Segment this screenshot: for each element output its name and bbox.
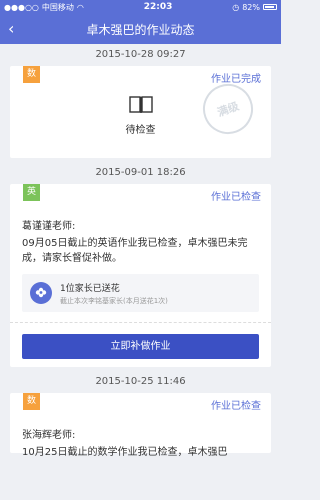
alarm-icon: ◷ xyxy=(232,2,240,12)
homework-status: 作业已检查 xyxy=(211,192,261,203)
feed[interactable]: 2015-10-28 09:27 数 作业已完成 满级 待检查 2015-09-… xyxy=(0,44,281,500)
homework-status: 作业已完成 xyxy=(211,74,261,85)
status-time: 22:03 xyxy=(143,2,173,12)
page-title: 卓木强巴的作业动态 xyxy=(86,22,195,37)
wifi-icon: ◠ xyxy=(76,2,84,12)
pending-check: 待检查 xyxy=(10,96,271,136)
subject-badge: 数 xyxy=(23,393,40,410)
flower-summary[interactable]: 1位家长已送花 截止本次李铭基家长(本月送花1次) xyxy=(22,274,259,312)
teacher-message: 09月05日截止的英语作业我已检查，卓木强巴未完成，请家长督促补做。 xyxy=(22,238,248,264)
homework-card[interactable]: 英 作业已检查 葛谨谨老师: 09月05日截止的英语作业我已检查，卓木强巴未完成… xyxy=(10,184,271,367)
subject-badge: 英 xyxy=(23,184,40,201)
subject-badge: 数 xyxy=(23,66,40,83)
flower-subtitle: 截止本次李铭基家长(本月送花1次) xyxy=(60,296,168,305)
divider xyxy=(10,322,271,323)
item-timestamp: 2015-10-28 09:27 xyxy=(95,49,186,60)
flower-icon xyxy=(30,282,52,304)
homework-card[interactable]: 数 作业已完成 满级 待检查 xyxy=(10,66,271,158)
book-icon xyxy=(128,96,153,113)
status-bar: ●●●○○ 中国移动 ◠ 22:03 ◷ 82% xyxy=(0,0,281,14)
item-timestamp: 2015-10-25 11:46 xyxy=(95,376,186,387)
battery-percent: 82% xyxy=(242,2,260,12)
pending-label: 待检查 xyxy=(125,125,156,136)
homework-status: 作业已检查 xyxy=(211,401,261,412)
back-icon[interactable]: ‹ xyxy=(8,19,14,39)
flower-title: 1位家长已送花 xyxy=(60,283,120,294)
signal-icon: ●●●○○ xyxy=(4,2,39,12)
teacher-message: 10月25日截止的数学作业我已检查，卓木强巴 xyxy=(22,447,228,458)
nav-bar: ‹ 卓木强巴的作业动态 xyxy=(0,14,281,44)
teacher-name: 葛谨谨老师: xyxy=(22,221,76,232)
item-timestamp: 2015-09-01 18:26 xyxy=(95,167,186,178)
teacher-name: 张海辉老师: xyxy=(22,430,76,441)
carrier-label: 中国移动 xyxy=(41,2,74,12)
homework-card[interactable]: 数 作业已检查 张海辉老师: 10月25日截止的数学作业我已检查，卓木强巴 xyxy=(10,393,271,458)
makeup-homework-button[interactable]: 立即补做作业 xyxy=(22,334,259,359)
battery-icon xyxy=(263,4,277,10)
